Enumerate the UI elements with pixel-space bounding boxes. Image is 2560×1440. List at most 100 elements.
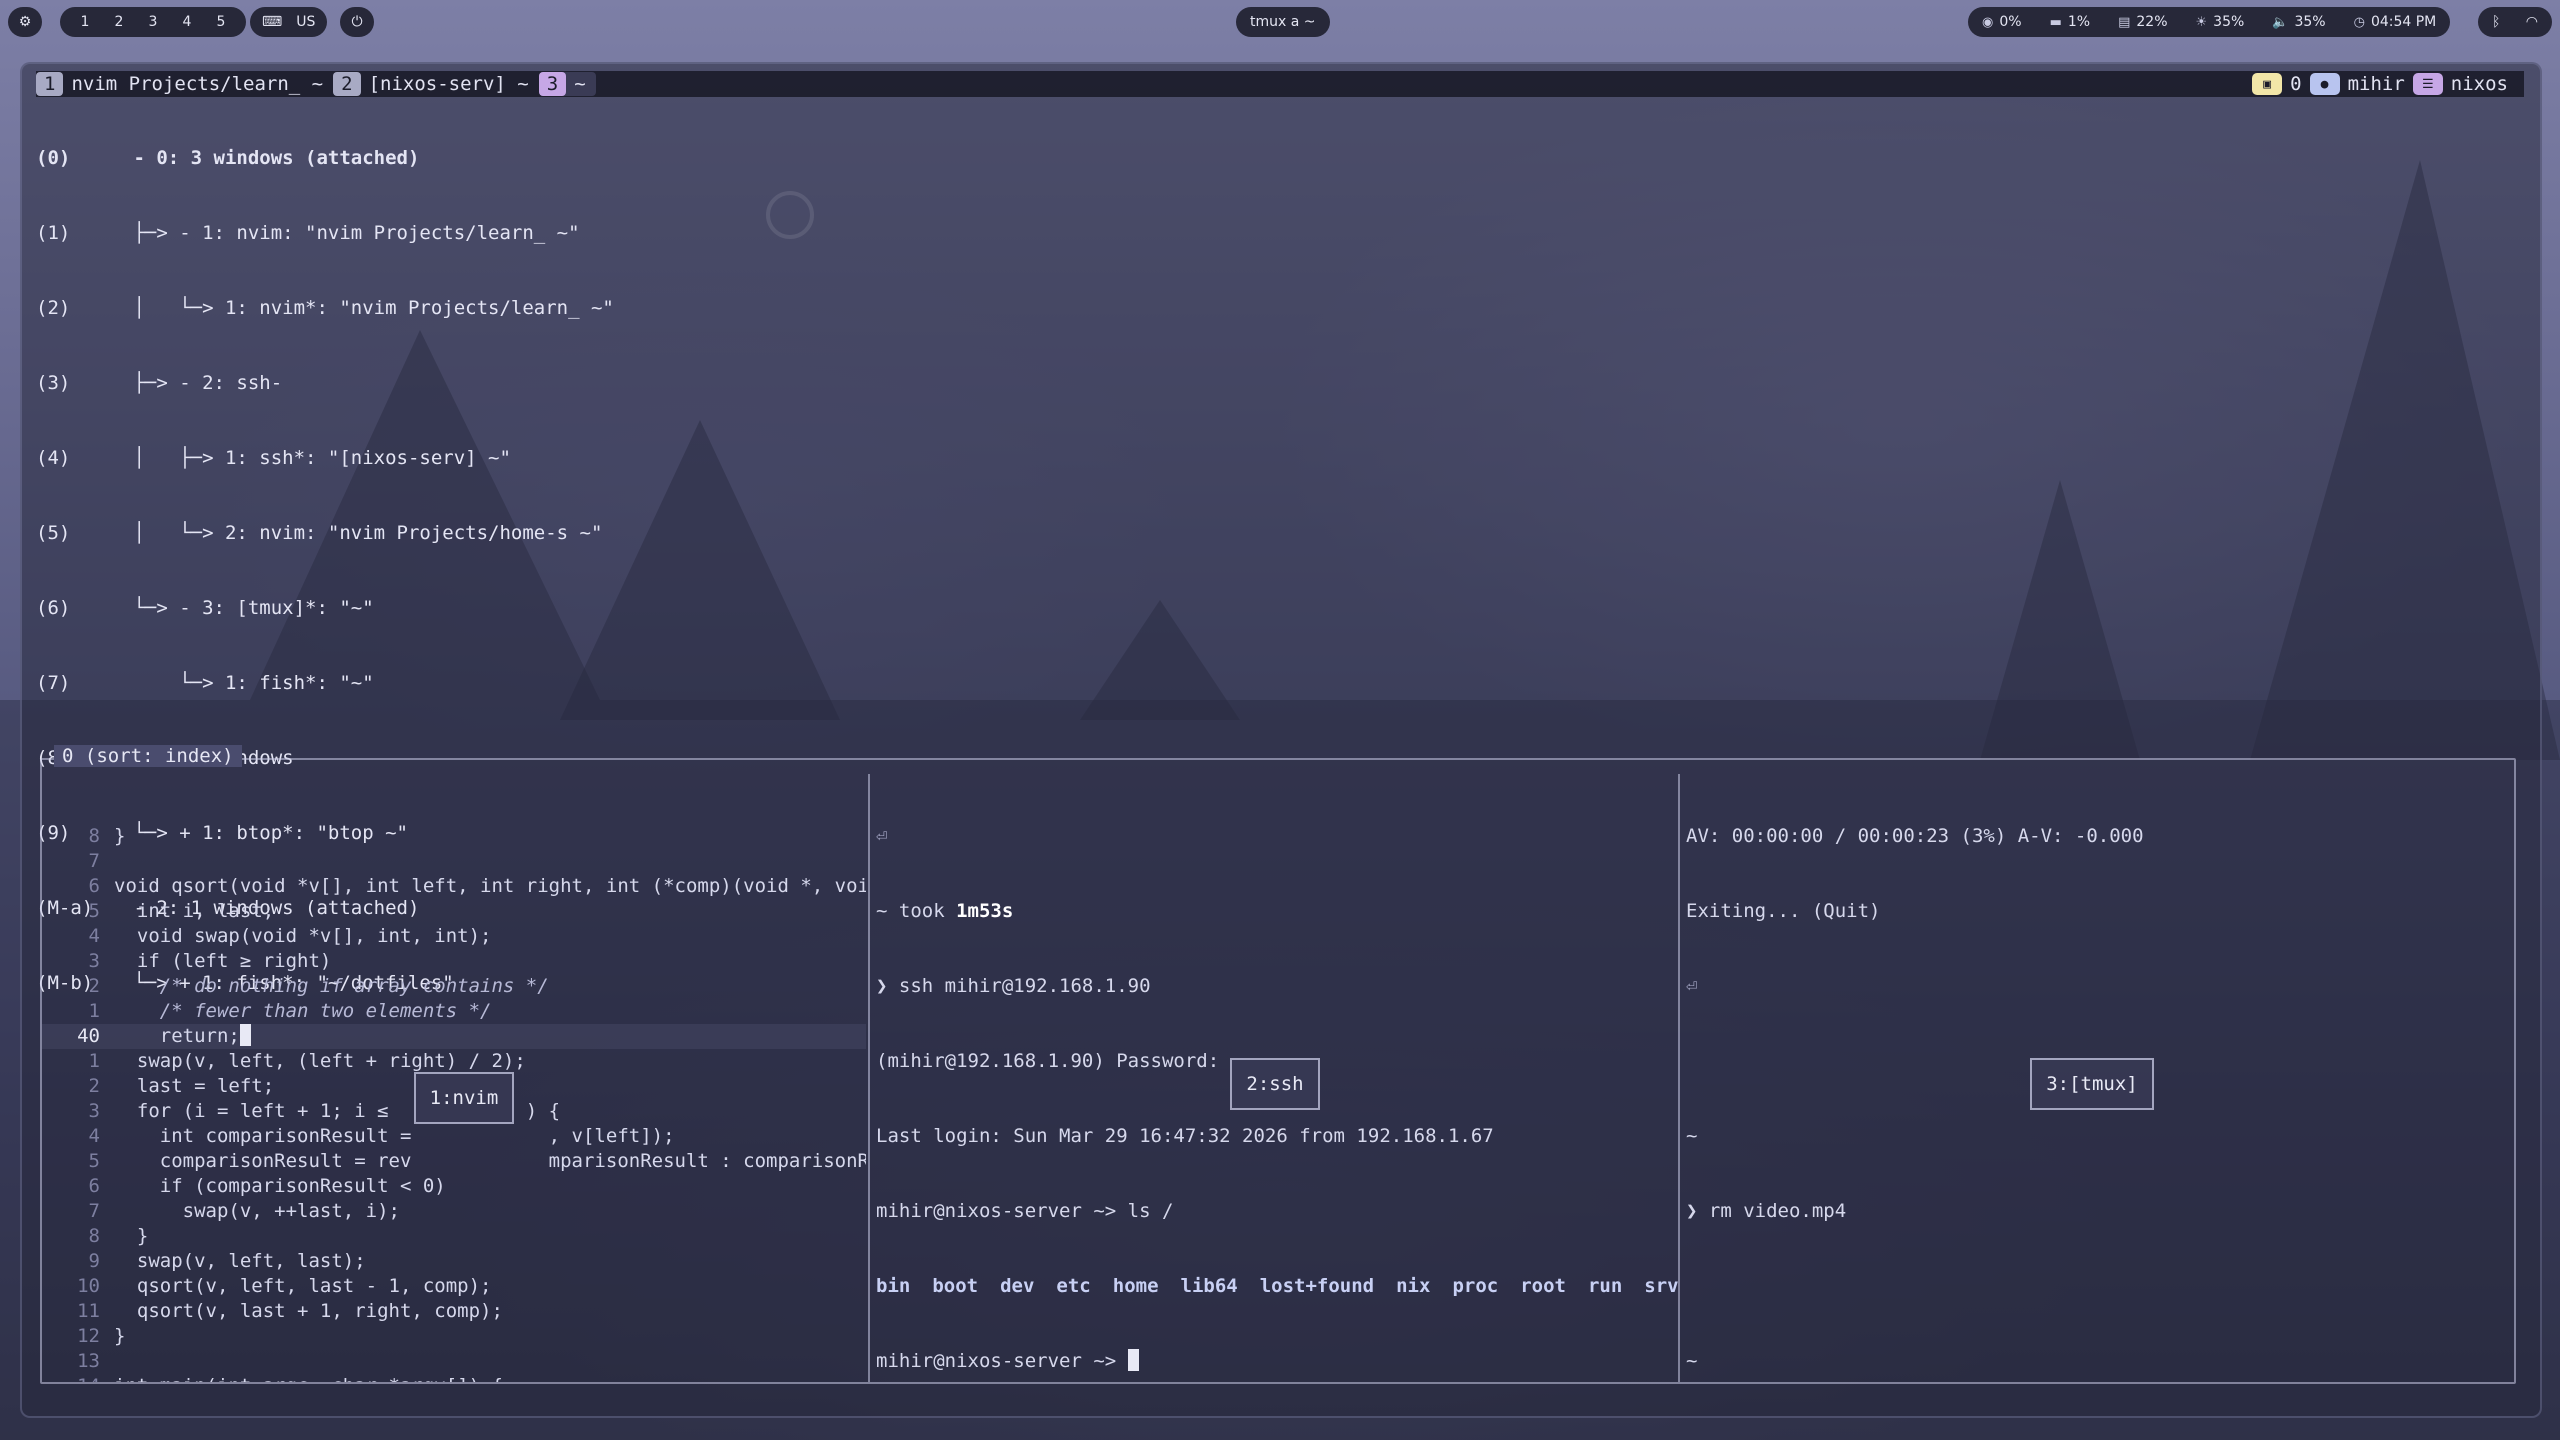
code-line: 7 swap(v, ++last, i); — [42, 1199, 866, 1224]
line-number: 5 — [88, 900, 100, 922]
cwd-line: ~ — [1686, 1125, 1698, 1147]
ssh-prompt-line: mihir@nixos-server ~> — [870, 1349, 1678, 1374]
line-number: 2 — [88, 975, 100, 997]
pane-ssh[interactable]: ⏎ ~ took 1m53s ❯ ssh mihir@192.168.1.90 … — [868, 774, 1678, 1382]
code-line: 5 comparisonResult = rev mparisonResult … — [42, 1149, 866, 1174]
gear-icon: ⚙ — [18, 14, 32, 30]
workspace-1[interactable]: 1 — [68, 14, 102, 30]
line-number: 13 — [77, 1350, 100, 1372]
battery-value: 1% — [2067, 14, 2091, 30]
tree-row[interactable]: (2) │ └─> 1: nvim*: "nvim Projects/learn… — [36, 296, 614, 321]
code-text: int comparisonResult = , v[left]); — [114, 1125, 675, 1147]
tree-row[interactable]: (7) └─> 1: fish*: "~" — [36, 671, 614, 696]
keyboard-icon: ⌨ — [262, 14, 283, 30]
line-number: 6 — [88, 875, 100, 897]
tmux-tab-2[interactable]: 2 [nixos-serv] ~ — [333, 72, 529, 96]
clock-icon: ◷ — [2353, 14, 2365, 30]
ls-command: mihir@nixos-server ~> ls / — [876, 1200, 1174, 1222]
tab-number: 2 — [333, 72, 361, 96]
tab-label: [nixos-serv] ~ — [368, 73, 529, 95]
keyboard-layout-label: US — [296, 14, 316, 30]
tree-text: ├─> - 1: nvim: "nvim Projects/learn_ ~" — [122, 222, 580, 244]
pane-label-ssh: 2:ssh — [1230, 1058, 1320, 1110]
line-number: 9 — [88, 1250, 100, 1272]
last-login: Last login: Sun Mar 29 16:47:32 2026 fro… — [876, 1125, 1494, 1147]
return-marker: ⏎ — [876, 825, 888, 847]
code-text: swap(v, left, last); — [114, 1250, 366, 1272]
code-line: 8 } — [42, 1224, 866, 1249]
tree-row[interactable]: (4) │ ├─> 1: ssh*: "[nixos-serv] ~" — [36, 446, 614, 471]
cwd-line: ~ — [1686, 1350, 1698, 1372]
mpv-exit: Exiting... (Quit) — [1686, 900, 1881, 922]
volume-value[interactable]: 35% — [2294, 14, 2325, 30]
code-line: 10 qsort(v, left, last - 1, comp); — [42, 1274, 866, 1299]
wifi-icon[interactable]: ◠ — [2526, 14, 2538, 30]
return-marker: ⏎ — [1686, 975, 1698, 997]
brightness-icon: ☀ — [2195, 14, 2208, 30]
clock-time: 04:54 PM — [2370, 14, 2437, 30]
tmux-status-line: 1 nvim Projects/learn_ ~ 2 [nixos-serv] … — [36, 71, 2524, 97]
code-line: 8} — [42, 824, 866, 849]
nixos-menu-button[interactable]: ⚙ — [8, 7, 42, 37]
tree-key: (2) — [36, 297, 71, 319]
tree-row[interactable]: (0) - 0: 3 windows (attached) — [36, 146, 614, 171]
brightness-value[interactable]: 35% — [2213, 14, 2244, 30]
line-number: 7 — [88, 850, 100, 872]
code-text: void swap(void *v[], int, int); — [114, 925, 492, 947]
code-line: 1 /* fewer than two elements */ — [42, 999, 866, 1024]
system-status: ◉ 0% ▬ 1% ▤ 22% ☀ 35% 🔈 35% ◷ 04:54 PM — [1968, 7, 2451, 37]
mpv-status: AV: 00:00:00 / 00:00:23 (3%) A-V: -0.000 — [1686, 825, 2144, 847]
code-line: 6 if (comparisonResult < 0) — [42, 1174, 866, 1199]
ls-entry: lost+found — [1259, 1275, 1375, 1297]
tree-row[interactable]: (5) │ └─> 2: nvim: "nvim Projects/home-s… — [36, 521, 614, 546]
code-line: 5 int i, last; — [42, 899, 866, 924]
code-line: 9 swap(v, left, last); — [42, 1249, 866, 1274]
tree-text: │ └─> 2: nvim: "nvim Projects/home-s ~" — [122, 522, 603, 544]
memory-icon: ▤ — [2118, 14, 2131, 30]
ls-entry: etc — [1056, 1275, 1091, 1297]
tree-text: ├─> - 2: ssh- — [122, 372, 283, 394]
ssh-prompt: mihir@nixos-server ~> — [876, 1350, 1117, 1372]
pane-fish[interactable]: AV: 00:00:00 / 00:00:23 (3%) A-V: -0.000… — [1678, 774, 2516, 1382]
line-number: 8 — [88, 1225, 100, 1247]
bluetooth-icon[interactable]: ᛒ — [2492, 14, 2500, 30]
pane-label-tmux: 3:[tmux] — [2030, 1058, 2154, 1110]
keyboard-layout[interactable]: ⌨ US — [250, 7, 328, 37]
host-name: nixos — [2450, 73, 2508, 95]
line-number: 6 — [88, 1175, 100, 1197]
tree-row[interactable]: (1) ├─> - 1: nvim: "nvim Projects/learn_… — [36, 221, 614, 246]
ls-entry: boot — [932, 1275, 979, 1297]
active-window-title: tmux a ~ — [1236, 7, 1330, 37]
code-line: 7 — [42, 849, 866, 874]
line-number: 1 — [88, 1000, 100, 1022]
tmux-tab-1[interactable]: 1 nvim Projects/learn_ ~ — [36, 72, 323, 96]
line-number: 8 — [88, 825, 100, 847]
workspace-5[interactable]: 5 — [204, 14, 238, 30]
code-text: } — [114, 825, 126, 847]
tree-row[interactable]: (3) ├─> - 2: ssh- — [36, 371, 614, 396]
power-button[interactable]: ⏻ — [340, 7, 374, 37]
code-text: qsort(v, left, last - 1, comp); — [114, 1275, 492, 1297]
tree-key: (7) — [36, 672, 71, 694]
pane-nvim[interactable]: 8} 7 6 void qsort(void *v[], int left, int … — [42, 774, 866, 1382]
took-prefix: ~ took — [876, 900, 957, 922]
ls-entry: lib64 — [1180, 1275, 1238, 1297]
code-text: if (comparisonResult < 0) — [114, 1175, 446, 1197]
line-number: 1 — [88, 1050, 100, 1072]
code-text: comparisonResult = rev mparisonResult : … — [114, 1150, 866, 1172]
tmux-tab-3[interactable]: 3 ~ — [538, 72, 596, 96]
workspace-2[interactable]: 2 — [102, 14, 136, 30]
code-text: int i, last; — [114, 900, 275, 922]
ls-entry: nix — [1396, 1275, 1431, 1297]
took-value: 1m53s — [956, 900, 1014, 922]
workspace-4[interactable]: 4 — [170, 14, 204, 30]
preview-title: 0 (sort: index) — [54, 745, 242, 767]
workspace-3[interactable]: 3 — [136, 14, 170, 30]
line-number: 5 — [88, 1150, 100, 1172]
line-number: 7 — [88, 1200, 100, 1222]
tree-text: │ ├─> 1: ssh*: "[nixos-serv] ~" — [122, 447, 511, 469]
tree-text: │ └─> 1: nvim*: "nvim Projects/learn_ ~" — [122, 297, 614, 319]
memory-value: 22% — [2136, 14, 2168, 30]
ls-entry: srv — [1644, 1275, 1678, 1297]
tree-row[interactable]: (6) └─> - 3: [tmux]*: "~" — [36, 596, 614, 621]
